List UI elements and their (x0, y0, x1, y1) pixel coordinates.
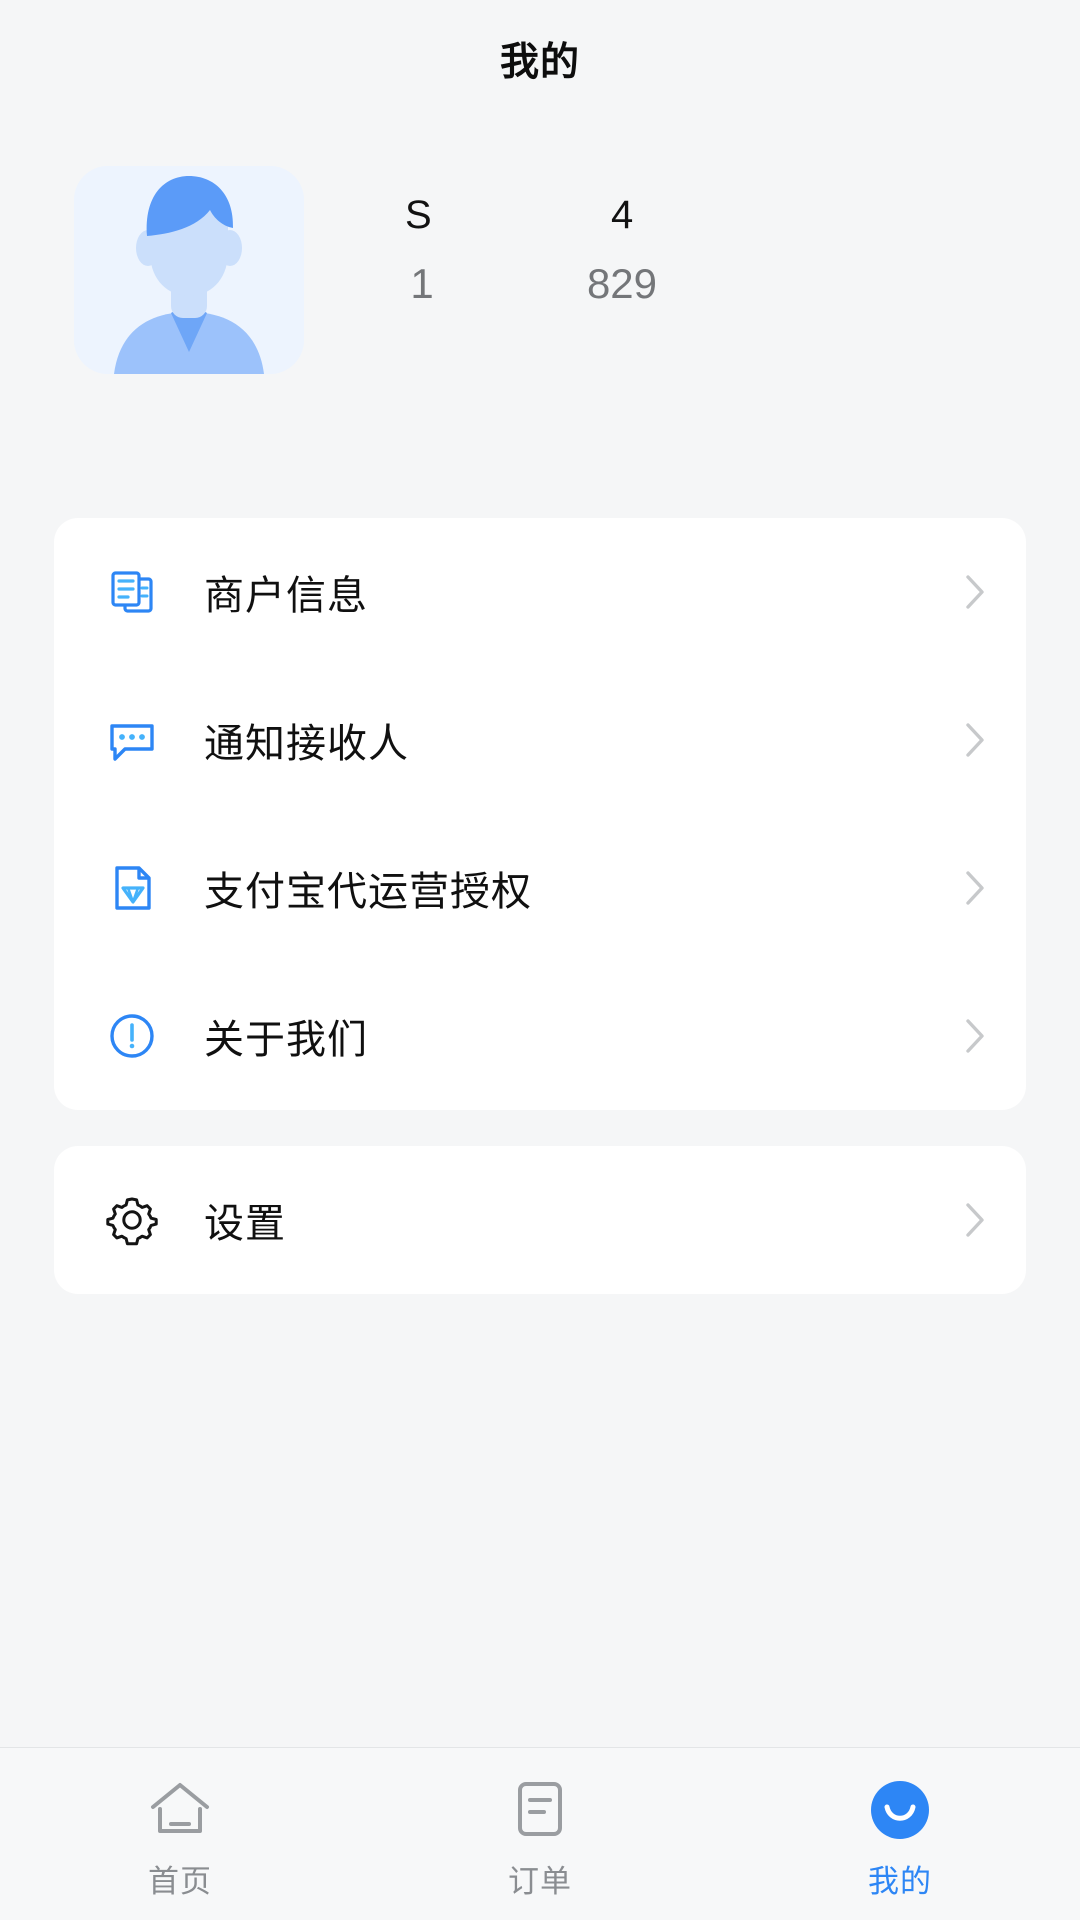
tab-label: 订单 (508, 1863, 572, 1899)
menu-row-label: 支付宝代运营授权 (204, 870, 532, 914)
menu-row-label: 关于我们 (204, 1018, 368, 1062)
menu-card-settings: 设置 (54, 1146, 1026, 1294)
menu-row-alipay-authorization[interactable]: 支付宝代运营授权 (54, 814, 1026, 962)
app-screen: 我的 S 1 4 829 商户信息 通知接收人 支付宝代运营授权 关于我们 设置… (0, 0, 1080, 1920)
home-icon (147, 1774, 213, 1846)
chevron-right-icon (964, 1017, 986, 1055)
menu-row-merchant-info[interactable]: 商户信息 (54, 518, 1026, 666)
tab-label: 首页 (148, 1863, 212, 1899)
chevron-right-icon (964, 1201, 986, 1239)
documents-icon (102, 562, 162, 622)
gear-icon (102, 1190, 162, 1250)
avatar[interactable] (74, 166, 304, 374)
stat-value: 1 (410, 260, 434, 307)
chevron-right-icon (964, 869, 986, 907)
stat-label: 4 (611, 193, 633, 237)
bottom-tab-bar: 首页 订单 我的 (0, 1747, 1080, 1920)
chevron-right-icon (964, 721, 986, 759)
profile-stats: S 1 4 829 (322, 166, 722, 310)
tab-label: 我的 (868, 1863, 932, 1899)
menu-row-notification-recipients[interactable]: 通知接收人 (54, 666, 1026, 814)
profile-section: S 1 4 829 (0, 118, 1080, 374)
menu-card-primary: 商户信息 通知接收人 支付宝代运营授权 关于我们 (54, 518, 1026, 1110)
menu-row-label: 商户信息 (204, 574, 368, 618)
menu-row-about-us[interactable]: 关于我们 (54, 962, 1026, 1110)
stat-label: S (405, 193, 432, 237)
stat-item[interactable]: 4 829 (522, 184, 722, 310)
tab-profile[interactable]: 我的 (720, 1748, 1080, 1920)
menu-row-settings[interactable]: 设置 (54, 1146, 1026, 1294)
info-circle-icon (102, 1006, 162, 1066)
chevron-right-icon (964, 573, 986, 611)
stat-value: 829 (586, 260, 658, 307)
document-gem-icon (102, 858, 162, 918)
page-header: 我的 (0, 0, 1080, 118)
chat-bubble-icon (102, 710, 162, 770)
menu-row-label: 通知接收人 (204, 722, 409, 766)
smiley-icon (868, 1774, 932, 1846)
tab-home[interactable]: 首页 (0, 1748, 360, 1920)
tab-orders[interactable]: 订单 (360, 1748, 720, 1920)
stat-item[interactable]: S 1 (322, 184, 522, 310)
receipt-icon (511, 1774, 569, 1846)
user-avatar-illustration (74, 166, 304, 374)
page-title: 我的 (499, 41, 580, 84)
menu-row-label: 设置 (204, 1202, 286, 1246)
